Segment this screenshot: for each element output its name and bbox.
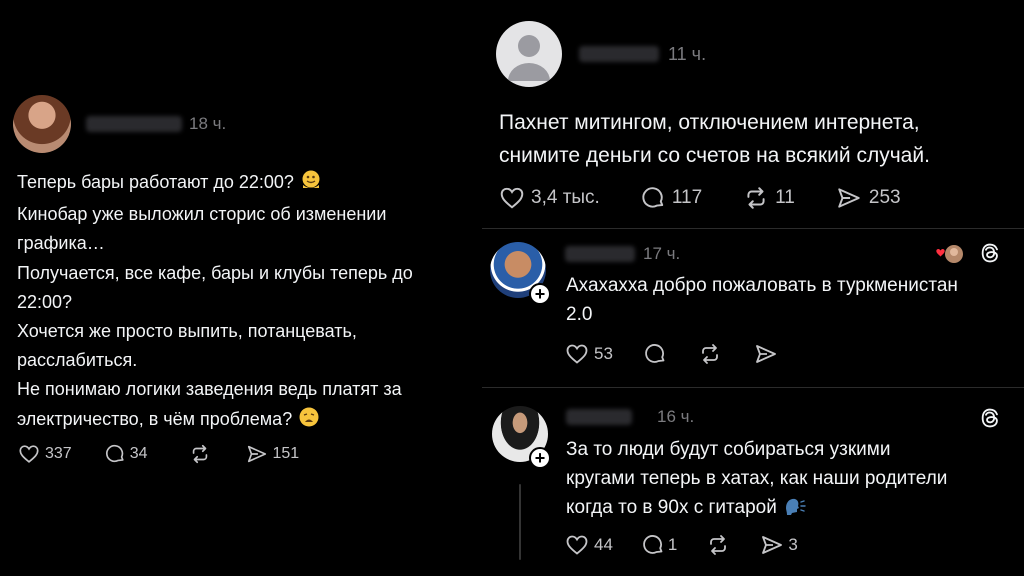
share-button[interactable]: 253 <box>835 185 901 211</box>
melting-face-emoji <box>300 169 322 200</box>
post-text: Теперь бары работают до 22:00? Кинобар у… <box>17 168 413 437</box>
text-line: Теперь бары работают до 22:00? <box>17 168 413 200</box>
repost-icon <box>192 444 207 464</box>
like-button[interactable]: 53 <box>565 342 613 366</box>
threads-logo-icon[interactable] <box>979 242 1001 269</box>
send-icon <box>762 536 783 554</box>
repost-button[interactable] <box>188 443 212 465</box>
text-line: Кинобар уже выложил сторис об изменении <box>17 204 387 225</box>
comment-icon <box>105 444 124 463</box>
thread-connector-line <box>519 484 521 560</box>
avatar-placeholder[interactable] <box>496 21 562 87</box>
post-time: 18 ч. <box>189 114 227 133</box>
reply-button[interactable]: 1 <box>641 533 677 557</box>
repost-icon <box>747 187 765 209</box>
text-line: снимите деньги со счетов на всякий случа… <box>499 144 930 167</box>
speaking-head-emoji <box>783 496 807 525</box>
share-count: 151 <box>272 445 300 462</box>
liked-by-author-badge <box>934 244 964 264</box>
text-line: графика… <box>17 233 105 254</box>
share-count: 3 <box>788 535 798 554</box>
avatar[interactable] <box>13 95 71 153</box>
like-button[interactable]: 337 <box>18 443 72 465</box>
threads-logo-icon[interactable] <box>979 407 1001 434</box>
reply-time: 16 ч. <box>657 407 695 426</box>
text-line: Хочется же просто выпить, потанцевать, <box>17 321 357 342</box>
text-line: Получается, все кафе, бары и клубы тепер… <box>17 262 413 283</box>
like-count: 44 <box>594 535 613 554</box>
heart-icon <box>19 445 39 463</box>
heart-icon <box>500 187 524 209</box>
text-line: электричество, в чём проблема? <box>17 405 413 437</box>
weary-face-emoji <box>298 406 320 437</box>
username-blurred[interactable] <box>566 409 632 425</box>
heart-icon <box>566 344 588 364</box>
divider <box>482 387 1024 388</box>
repost-icon <box>702 344 718 364</box>
text-line: 2.0 <box>566 304 593 325</box>
divider <box>482 228 1024 229</box>
action-bar: 3,4 тыс. 117 11 253 <box>499 185 901 211</box>
like-button[interactable]: 44 <box>565 533 613 557</box>
reply-time: 17 ч. <box>643 244 681 263</box>
like-count: 53 <box>594 344 613 363</box>
repost-icon <box>710 535 727 555</box>
text-line: когда то в 90х с гитарой <box>566 493 947 525</box>
repost-button[interactable]: 11 <box>742 185 795 211</box>
share-count: 253 <box>868 187 901 208</box>
repost-button[interactable] <box>705 533 731 557</box>
reply-count: 34 <box>129 445 148 462</box>
comment-icon <box>645 344 665 363</box>
post-time: 11 ч. <box>668 44 707 64</box>
username-blurred[interactable] <box>579 46 659 62</box>
text-line: Ахахахха добро пожаловать в туркменистан <box>566 275 958 296</box>
follow-button[interactable]: + <box>529 283 551 305</box>
heart-icon <box>566 535 588 555</box>
like-count: 337 <box>45 445 72 462</box>
reply-button[interactable]: 117 <box>640 185 702 211</box>
reply-count: 1 <box>667 535 678 554</box>
username-blurred[interactable] <box>565 246 635 262</box>
action-bar: 44 1 3 <box>565 533 798 557</box>
reply-button[interactable] <box>643 342 667 366</box>
reply-count: 117 <box>671 187 703 208</box>
text-line: кругами теперь в хатах, как наши родител… <box>566 468 948 489</box>
share-button[interactable] <box>753 342 779 366</box>
reply-text: За то люди будут собираться узкими круга… <box>566 435 947 525</box>
text-line: 22:00? <box>17 291 73 312</box>
text-line: Пахнет митингом, отключением интернета, <box>499 111 920 134</box>
text-line: Не понимаю логики заведения ведь платят … <box>17 379 402 400</box>
repost-button[interactable] <box>697 342 723 366</box>
comment-icon <box>643 535 663 554</box>
right-thread: 11 ч. Пахнет митингом, отключением интер… <box>482 0 1024 576</box>
send-icon <box>838 188 860 208</box>
comment-icon <box>642 187 664 208</box>
reply-button[interactable]: 34 <box>104 443 148 465</box>
share-button[interactable]: 151 <box>245 443 300 465</box>
send-icon <box>756 345 776 363</box>
send-icon <box>247 445 266 463</box>
reply-text: Ахахахха добро пожаловать в туркменистан… <box>566 271 958 329</box>
post-text: Пахнет митингом, отключением интернета, … <box>499 106 930 172</box>
share-button[interactable]: 3 <box>759 533 798 557</box>
follow-button[interactable]: + <box>529 447 551 469</box>
repost-count: 11 <box>775 187 795 208</box>
text-line: расслабиться. <box>17 350 138 371</box>
username-blurred[interactable] <box>86 116 182 132</box>
like-button[interactable]: 3,4 тыс. <box>499 185 600 211</box>
action-bar: 53 <box>565 342 779 366</box>
left-post: 18 ч. Теперь бары работают до 22:00? Кин… <box>0 0 482 576</box>
text-line: За то люди будут собираться узкими <box>566 439 891 460</box>
action-bar: 337 34 151 <box>18 443 299 465</box>
like-count: 3,4 тыс. <box>531 187 600 208</box>
